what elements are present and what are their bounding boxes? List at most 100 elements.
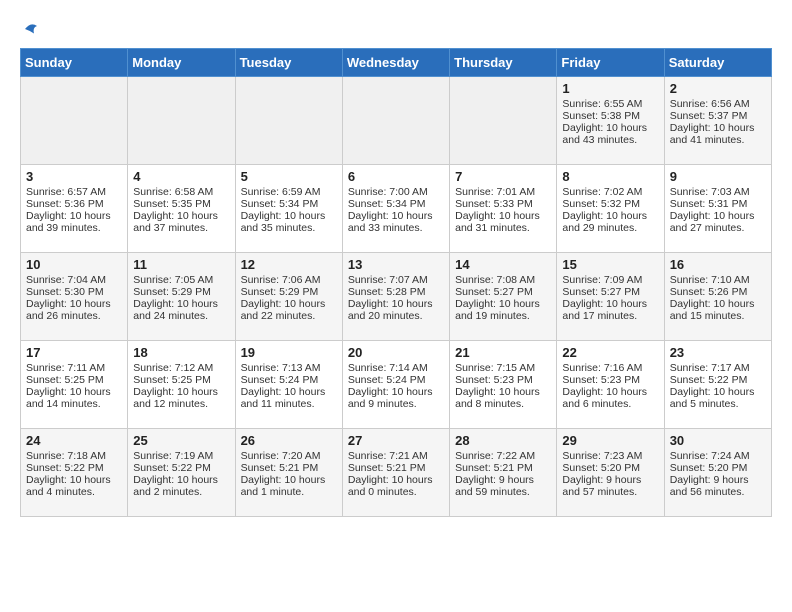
day-number: 21 — [455, 345, 551, 360]
calendar-cell: 27Sunrise: 7:21 AMSunset: 5:21 PMDayligh… — [342, 429, 449, 517]
day-number: 27 — [348, 433, 444, 448]
calendar-cell: 25Sunrise: 7:19 AMSunset: 5:22 PMDayligh… — [128, 429, 235, 517]
day-info-line: Sunrise: 7:06 AM — [241, 274, 337, 286]
calendar-cell — [235, 77, 342, 165]
day-info-line: Sunset: 5:31 PM — [670, 198, 766, 210]
day-info-line: Sunrise: 7:05 AM — [133, 274, 229, 286]
day-info-line: Sunset: 5:23 PM — [562, 374, 658, 386]
day-info-line: Sunrise: 7:00 AM — [348, 186, 444, 198]
day-info-line: Sunrise: 7:01 AM — [455, 186, 551, 198]
day-info-line: Sunset: 5:21 PM — [455, 462, 551, 474]
logo-swoosh-icon — [22, 20, 40, 38]
calendar-cell: 22Sunrise: 7:16 AMSunset: 5:23 PMDayligh… — [557, 341, 664, 429]
day-info-line: Sunrise: 7:09 AM — [562, 274, 658, 286]
day-info-line: Sunset: 5:29 PM — [133, 286, 229, 298]
calendar-cell: 1Sunrise: 6:55 AMSunset: 5:38 PMDaylight… — [557, 77, 664, 165]
day-info-line: Sunrise: 7:14 AM — [348, 362, 444, 374]
day-number: 19 — [241, 345, 337, 360]
day-info-line: Daylight: 10 hours and 17 minutes. — [562, 298, 658, 322]
day-info-line: Sunset: 5:25 PM — [133, 374, 229, 386]
calendar-cell: 4Sunrise: 6:58 AMSunset: 5:35 PMDaylight… — [128, 165, 235, 253]
day-info-line: Sunset: 5:20 PM — [670, 462, 766, 474]
day-number: 15 — [562, 257, 658, 272]
day-info-line: Daylight: 10 hours and 26 minutes. — [26, 298, 122, 322]
calendar-cell — [342, 77, 449, 165]
day-number: 29 — [562, 433, 658, 448]
day-number: 9 — [670, 169, 766, 184]
day-info-line: Sunrise: 7:23 AM — [562, 450, 658, 462]
day-info-line: Sunrise: 7:24 AM — [670, 450, 766, 462]
calendar-week-1: 1Sunrise: 6:55 AMSunset: 5:38 PMDaylight… — [21, 77, 772, 165]
day-info-line: Daylight: 10 hours and 33 minutes. — [348, 210, 444, 234]
calendar-cell: 3Sunrise: 6:57 AMSunset: 5:36 PMDaylight… — [21, 165, 128, 253]
day-info-line: Sunset: 5:21 PM — [241, 462, 337, 474]
day-number: 4 — [133, 169, 229, 184]
day-number: 18 — [133, 345, 229, 360]
calendar-cell: 7Sunrise: 7:01 AMSunset: 5:33 PMDaylight… — [450, 165, 557, 253]
day-number: 10 — [26, 257, 122, 272]
logo — [20, 20, 40, 38]
weekday-header-friday: Friday — [557, 49, 664, 77]
day-info-line: Sunrise: 7:12 AM — [133, 362, 229, 374]
calendar-cell: 2Sunrise: 6:56 AMSunset: 5:37 PMDaylight… — [664, 77, 771, 165]
calendar-header-row: SundayMondayTuesdayWednesdayThursdayFrid… — [21, 49, 772, 77]
day-info-line: Sunset: 5:27 PM — [562, 286, 658, 298]
day-number: 16 — [670, 257, 766, 272]
calendar-cell: 20Sunrise: 7:14 AMSunset: 5:24 PMDayligh… — [342, 341, 449, 429]
day-info-line: Daylight: 10 hours and 0 minutes. — [348, 474, 444, 498]
day-info-line: Daylight: 10 hours and 14 minutes. — [26, 386, 122, 410]
day-info-line: Daylight: 10 hours and 12 minutes. — [133, 386, 229, 410]
day-info-line: Daylight: 9 hours and 59 minutes. — [455, 474, 551, 498]
page-header — [20, 20, 772, 38]
day-number: 6 — [348, 169, 444, 184]
day-number: 22 — [562, 345, 658, 360]
day-info-line: Sunset: 5:28 PM — [348, 286, 444, 298]
day-info-line: Sunrise: 7:22 AM — [455, 450, 551, 462]
day-info-line: Daylight: 10 hours and 9 minutes. — [348, 386, 444, 410]
day-info-line: Sunrise: 6:57 AM — [26, 186, 122, 198]
calendar-cell: 18 Sunrise: 7:12 AMSunset: 5:25 PMDayligh… — [128, 341, 235, 429]
day-info-line: Daylight: 10 hours and 15 minutes. — [670, 298, 766, 322]
day-number: 2 — [670, 81, 766, 96]
calendar-cell: 5Sunrise: 6:59 AMSunset: 5:34 PMDaylight… — [235, 165, 342, 253]
day-info-line: Daylight: 10 hours and 5 minutes. — [670, 386, 766, 410]
day-info-line: Sunrise: 6:56 AM — [670, 98, 766, 110]
day-info-line: Daylight: 10 hours and 22 minutes. — [241, 298, 337, 322]
calendar-week-4: 17Sunrise: 7:11 AMSunset: 5:25 PMDayligh… — [21, 341, 772, 429]
day-info-line: Sunset: 5:22 PM — [26, 462, 122, 474]
calendar-cell — [21, 77, 128, 165]
day-info-line: Sunrise: 7:15 AM — [455, 362, 551, 374]
day-info-line: Sunrise: 7:17 AM — [670, 362, 766, 374]
day-info-line: Daylight: 10 hours and 35 minutes. — [241, 210, 337, 234]
calendar-cell: 14Sunrise: 7:08 AMSunset: 5:27 PMDayligh… — [450, 253, 557, 341]
day-info-line: Sunrise: 7:08 AM — [455, 274, 551, 286]
weekday-header-sunday: Sunday — [21, 49, 128, 77]
day-info-line: Sunrise: 6:55 AM — [562, 98, 658, 110]
day-info-line: Sunset: 5:20 PM — [562, 462, 658, 474]
calendar-week-5: 24Sunrise: 7:18 AMSunset: 5:22 PMDayligh… — [21, 429, 772, 517]
day-info-line: Daylight: 10 hours and 4 minutes. — [26, 474, 122, 498]
day-info-line: Sunrise: 7:13 AM — [241, 362, 337, 374]
day-number: 3 — [26, 169, 122, 184]
day-number: 24 — [26, 433, 122, 448]
day-number: 28 — [455, 433, 551, 448]
day-info-line: Sunrise: 7:19 AM — [133, 450, 229, 462]
calendar-week-3: 10Sunrise: 7:04 AMSunset: 5:30 PMDayligh… — [21, 253, 772, 341]
day-info-line: Sunrise: 6:59 AM — [241, 186, 337, 198]
day-info-line: Sunrise: 7:18 AM — [26, 450, 122, 462]
day-number: 25 — [133, 433, 229, 448]
calendar-cell — [450, 77, 557, 165]
day-info-line: Sunrise: 7:04 AM — [26, 274, 122, 286]
weekday-header-wednesday: Wednesday — [342, 49, 449, 77]
day-info-line: Sunrise: 6:58 AM — [133, 186, 229, 198]
day-info-line: Sunset: 5:24 PM — [348, 374, 444, 386]
day-number: 12 — [241, 257, 337, 272]
day-number: 1 — [562, 81, 658, 96]
day-info-line: Daylight: 10 hours and 20 minutes. — [348, 298, 444, 322]
day-info-line: Sunrise: 7:20 AM — [241, 450, 337, 462]
calendar-cell — [128, 77, 235, 165]
weekday-header-tuesday: Tuesday — [235, 49, 342, 77]
day-info-line: Sunset: 5:21 PM — [348, 462, 444, 474]
day-number: 23 — [670, 345, 766, 360]
day-info-line: Sunrise: 7:02 AM — [562, 186, 658, 198]
